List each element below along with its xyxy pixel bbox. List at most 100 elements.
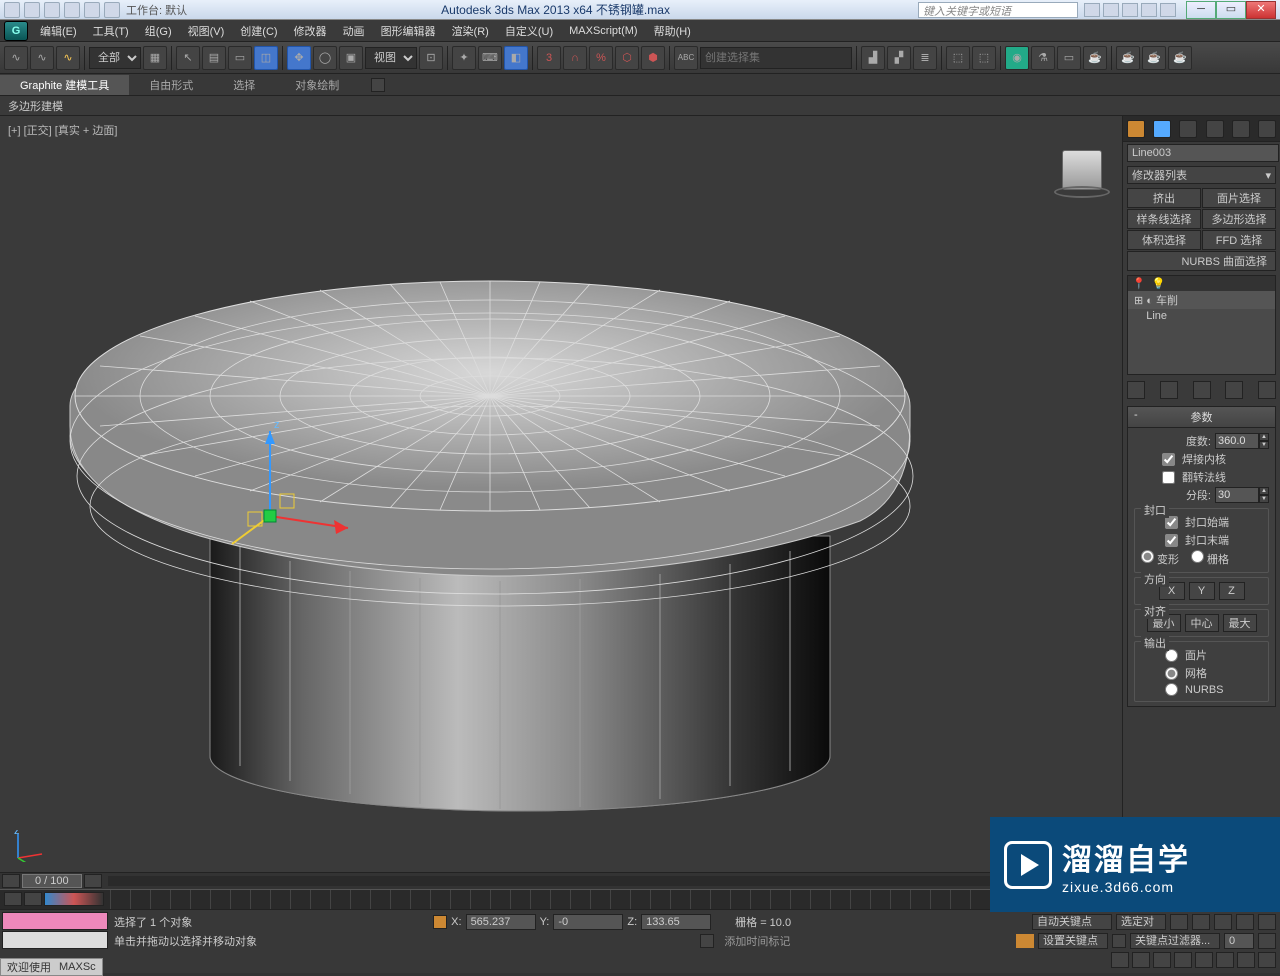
- ribbon-tab-freeform[interactable]: 自由形式: [129, 75, 213, 95]
- btn-poly-select[interactable]: 多边形选择: [1202, 209, 1276, 229]
- timeslider-thumb[interactable]: 0 / 100: [22, 874, 82, 888]
- ribbon-panel-label[interactable]: 多边形建模: [0, 96, 1280, 116]
- degrees-input[interactable]: [1215, 433, 1259, 449]
- weld-checkbox[interactable]: [1162, 453, 1175, 466]
- modifier-list-dropdown[interactable]: 修改器列表▾: [1127, 166, 1276, 184]
- menu-help[interactable]: 帮助(H): [646, 21, 699, 41]
- signin-icon[interactable]: [1103, 3, 1119, 17]
- unlink-icon[interactable]: ∿: [30, 46, 54, 70]
- axis-y-button[interactable]: Y: [1189, 582, 1215, 600]
- move-icon[interactable]: ✥: [287, 46, 311, 70]
- spinner-snap-icon[interactable]: ⬡: [615, 46, 639, 70]
- trackbar-range-icon[interactable]: [44, 892, 104, 906]
- coord-y-input[interactable]: -0: [553, 914, 623, 930]
- grid-radio[interactable]: [1191, 550, 1204, 563]
- welcome-tab[interactable]: 欢迎使用MAXSc: [0, 958, 103, 976]
- menu-customize[interactable]: 自定义(U): [497, 21, 561, 41]
- tab-motion-icon[interactable]: [1206, 120, 1224, 138]
- quick-render-icon[interactable]: ☕: [1116, 46, 1140, 70]
- autokey-button[interactable]: 自动关键点: [1032, 914, 1112, 930]
- exchange-icon[interactable]: [1122, 3, 1138, 17]
- teapot2-icon[interactable]: ☕: [1168, 46, 1192, 70]
- btn-face-select[interactable]: 面片选择: [1202, 188, 1276, 208]
- trackbar-filter-icon[interactable]: [24, 892, 42, 906]
- stack-lock-icon[interactable]: [1127, 381, 1145, 399]
- tab-display-icon[interactable]: [1232, 120, 1250, 138]
- viewport-label[interactable]: [+] [正交] [真实 + 边面]: [8, 122, 117, 138]
- snap-3-icon[interactable]: 3: [537, 46, 561, 70]
- stack-config-icon[interactable]: [1258, 381, 1276, 399]
- lock-icon[interactable]: [433, 915, 447, 929]
- window-crossing-icon[interactable]: ◫: [254, 46, 278, 70]
- render-frame-icon[interactable]: ▭: [1057, 46, 1081, 70]
- play-next-icon[interactable]: [1236, 914, 1254, 930]
- setkey-icon[interactable]: [1016, 934, 1034, 948]
- deg-down-icon[interactable]: ▼: [1259, 441, 1269, 449]
- segments-input[interactable]: [1215, 487, 1259, 503]
- nav-zoom-icon[interactable]: [1132, 952, 1150, 968]
- qat-open-icon[interactable]: [24, 2, 40, 18]
- viewcube[interactable]: [1052, 146, 1112, 206]
- favorites-icon[interactable]: [1141, 3, 1157, 17]
- morph-radio[interactable]: [1141, 550, 1154, 563]
- infocenter-icon[interactable]: [1084, 3, 1100, 17]
- coord-z-input[interactable]: 133.65: [641, 914, 711, 930]
- nav-maximize-icon[interactable]: [1237, 952, 1255, 968]
- nav-pan-icon[interactable]: [1111, 952, 1129, 968]
- nav-zoomext-icon[interactable]: [1195, 952, 1213, 968]
- timeslider-prev-icon[interactable]: [2, 874, 20, 888]
- btn-spline-select[interactable]: 样条线选择: [1127, 209, 1201, 229]
- tab-hierarchy-icon[interactable]: [1179, 120, 1197, 138]
- play-end-icon[interactable]: [1258, 914, 1276, 930]
- curve-editor-icon[interactable]: ⬚: [946, 46, 970, 70]
- play-icon[interactable]: [1214, 914, 1232, 930]
- object-name-input[interactable]: [1127, 144, 1279, 162]
- trackbar-setkey-icon[interactable]: [4, 892, 22, 906]
- tab-create-icon[interactable]: [1127, 120, 1145, 138]
- menu-graph[interactable]: 图形编辑器: [373, 21, 444, 41]
- menu-modifiers[interactable]: 修改器: [286, 21, 335, 41]
- selected-set-label[interactable]: 选定对: [1116, 914, 1166, 930]
- menu-edit[interactable]: 编辑(E): [32, 21, 85, 41]
- key-filter-button[interactable]: 关键点过滤器...: [1130, 933, 1220, 949]
- align-icon[interactable]: ▞: [887, 46, 911, 70]
- cap-end-checkbox[interactable]: [1165, 534, 1178, 547]
- modifier-stack[interactable]: 📍💡 ⊞ ◐ 车削 Line: [1127, 275, 1276, 375]
- qat-undo-icon[interactable]: [64, 2, 80, 18]
- setkey-button[interactable]: 设置关键点: [1038, 933, 1108, 949]
- render-setup-icon[interactable]: ⚗: [1031, 46, 1055, 70]
- render-icon[interactable]: ☕: [1083, 46, 1107, 70]
- stack-pin-icon[interactable]: 📍: [1132, 277, 1146, 290]
- menu-tools[interactable]: 工具(T): [85, 21, 137, 41]
- app-menu-icon[interactable]: G: [4, 21, 28, 41]
- add-time-tag[interactable]: 添加时间标记: [724, 933, 790, 949]
- btn-extrude[interactable]: 挤出: [1127, 188, 1201, 208]
- workspace-label[interactable]: 工作台: 默认: [126, 2, 187, 18]
- mirror-icon[interactable]: ▟: [861, 46, 885, 70]
- nav-zoomall-icon[interactable]: [1153, 952, 1171, 968]
- stack-show-icon[interactable]: 💡: [1152, 277, 1166, 290]
- seg-down-icon[interactable]: ▼: [1259, 495, 1269, 503]
- isolate-icon[interactable]: [700, 934, 714, 948]
- output-nurbs-radio[interactable]: [1165, 683, 1178, 696]
- menu-animation[interactable]: 动画: [335, 21, 373, 41]
- link-icon[interactable]: ∿: [4, 46, 28, 70]
- menu-create[interactable]: 创建(C): [232, 21, 285, 41]
- material-editor-icon[interactable]: ◉: [1005, 46, 1029, 70]
- select-name-icon[interactable]: ▤: [202, 46, 226, 70]
- flip-checkbox[interactable]: [1162, 471, 1175, 484]
- btn-nurbs-select[interactable]: NURBS 曲面选择: [1127, 251, 1276, 271]
- select-region-icon[interactable]: ▭: [228, 46, 252, 70]
- viewport[interactable]: [+] [正交] [真实 + 边面]: [0, 116, 1122, 872]
- pivot-icon[interactable]: ⊡: [419, 46, 443, 70]
- menu-rendering[interactable]: 渲染(R): [444, 21, 497, 41]
- timeslider-next-icon[interactable]: [84, 874, 102, 888]
- teapot1-icon[interactable]: ☕: [1142, 46, 1166, 70]
- btn-ffd-select[interactable]: FFD 选择: [1202, 230, 1276, 250]
- angle-snap-icon[interactable]: ∩: [563, 46, 587, 70]
- menu-maxscript[interactable]: MAXScript(M): [561, 23, 645, 39]
- tab-utilities-icon[interactable]: [1258, 120, 1276, 138]
- tab-modify-icon[interactable]: [1153, 120, 1171, 138]
- filter-icon[interactable]: ▦: [143, 46, 167, 70]
- maximize-button[interactable]: ▭: [1216, 1, 1246, 19]
